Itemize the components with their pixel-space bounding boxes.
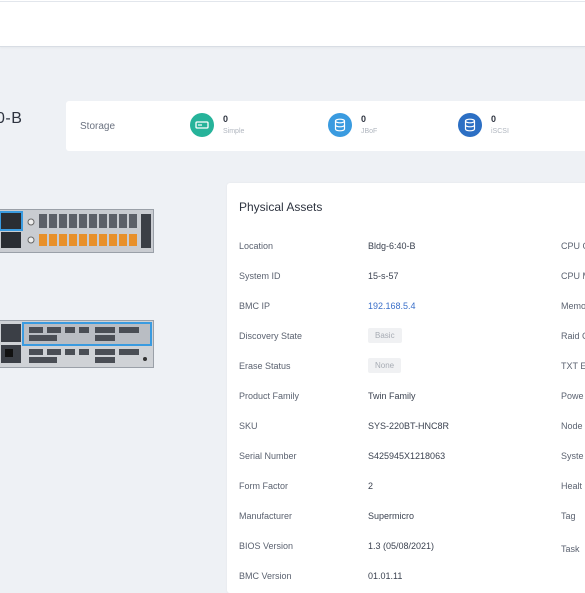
asset-row-bmc-ip: BMC IP 192.168.5.4 Memo <box>227 297 585 317</box>
asset-right-label: TXT En <box>561 361 585 371</box>
storage-count: 0 <box>223 114 229 124</box>
storage-count: 0 <box>361 114 367 124</box>
asset-value: Supermicro <box>368 511 415 521</box>
asset-right-label: Tag <box>561 511 576 521</box>
physical-assets-card: Physical Assets Location Bldg-6:40-B CPU… <box>227 183 585 593</box>
storage-label: Storage <box>80 121 116 132</box>
physical-assets-title: Physical Assets <box>239 200 323 214</box>
asset-row-manufacturer: Manufacturer Supermicro Tag <box>227 507 585 527</box>
asset-right-label: Powe <box>561 391 584 401</box>
storage-name: iSCSI <box>491 128 509 135</box>
asset-row-system-id: System ID 15-s-57 CPU M <box>227 267 585 287</box>
asset-label: Product Family <box>239 391 300 401</box>
database-icon <box>328 113 352 137</box>
server-rear-view[interactable] <box>0 320 154 368</box>
asset-label: Manufacturer <box>239 511 293 521</box>
server-front-view[interactable] <box>0 209 154 253</box>
asset-row-form-factor: Form Factor 2 Healt <box>227 477 585 497</box>
asset-row-erase-status: Erase Status None TXT En <box>227 357 585 377</box>
asset-row-serial-number: Serial Number S425945X1218063 Syste <box>227 447 585 467</box>
erase-status-badge: None <box>368 358 402 373</box>
asset-label: BMC Version <box>239 571 292 581</box>
asset-right-label: Raid C <box>561 331 585 341</box>
asset-right-label: CPU C <box>561 241 585 251</box>
drive-icon <box>190 113 214 137</box>
storage-count: 0 <box>491 114 497 124</box>
discovery-state-badge: Basic <box>368 328 402 343</box>
asset-label: Discovery State <box>239 331 303 341</box>
asset-label: BIOS Version <box>239 541 294 551</box>
asset-value: 15-s-57 <box>368 271 399 281</box>
asset-label: System ID <box>239 271 281 281</box>
asset-value: S425945X1218063 <box>368 451 446 461</box>
asset-row-product-family: Product Family Twin Family Powe <box>227 387 585 407</box>
storage-name: JBoF <box>361 128 378 135</box>
asset-value: SYS-220BT-HNC8R <box>368 421 450 431</box>
asset-label: SKU <box>239 421 258 431</box>
asset-label: Serial Number <box>239 451 297 461</box>
asset-value: Bldg-6:40-B <box>368 241 416 251</box>
bmc-ip-link[interactable]: 192.168.5.4 <box>368 301 416 311</box>
asset-label: BMC IP <box>239 301 271 311</box>
storage-name: Simple <box>223 128 245 135</box>
storage-summary-card: Storage 0 Simple 0 JBoF 0 iSCSI <box>66 101 585 151</box>
asset-right-label: Healt <box>561 481 583 491</box>
asset-value: Twin Family <box>368 391 416 401</box>
asset-row-bmc-version: BMC Version 01.01.11 <box>227 567 585 587</box>
asset-right-label: CPU M <box>561 271 585 281</box>
asset-right-label: Node <box>561 421 583 431</box>
asset-value: 01.01.11 <box>368 571 403 581</box>
asset-right-label: Syste <box>561 451 584 461</box>
database-icon <box>458 113 482 137</box>
asset-right-label: Task <box>561 544 580 554</box>
page-title: 0-B <box>0 110 23 127</box>
asset-right-label: Memo <box>561 301 585 311</box>
asset-row-discovery-state: Discovery State Basic Raid C <box>227 327 585 347</box>
asset-label: Erase Status <box>239 361 291 371</box>
asset-row-sku: SKU SYS-220BT-HNC8R Node <box>227 417 585 437</box>
asset-label: Location <box>239 241 274 251</box>
top-bar-divider <box>0 1 585 2</box>
asset-label: Form Factor <box>239 481 289 491</box>
asset-row-location: Location Bldg-6:40-B CPU C <box>227 237 585 257</box>
asset-value: 2 <box>368 481 374 491</box>
asset-value: 1.3 (05/08/2021) <box>368 541 435 551</box>
top-bar <box>0 0 585 47</box>
asset-row-bios-version: BIOS Version 1.3 (05/08/2021) Task <box>227 537 585 557</box>
